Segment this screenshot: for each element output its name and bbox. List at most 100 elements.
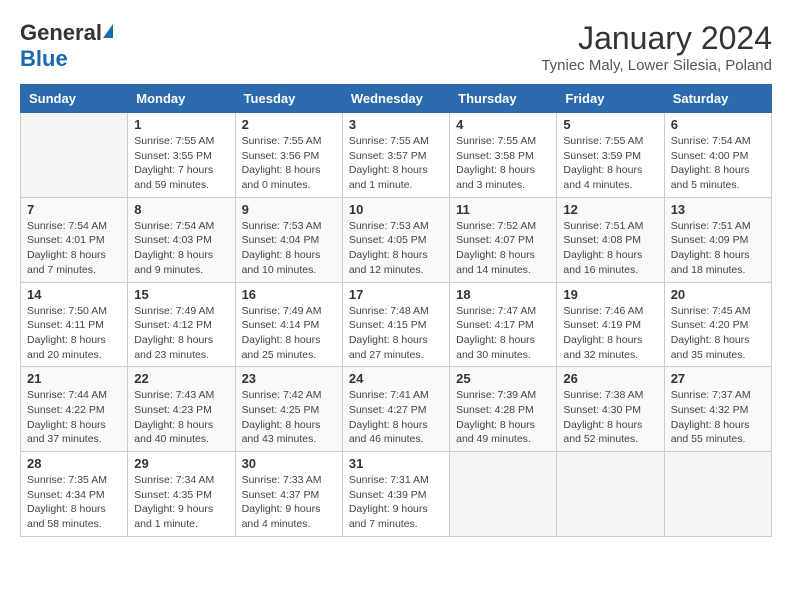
calendar-cell: 22 Sunrise: 7:43 AM Sunset: 4:23 PM Dayli…: [128, 367, 235, 452]
calendar-day-header: Tuesday: [235, 85, 342, 113]
calendar-cell: 15Sunrise: 7:49 AM Sunset: 4:12 PM Dayli…: [128, 282, 235, 367]
calendar-cell: 13 Sunrise: 7:51 AM Sunset: 4:09 PM Dayli…: [664, 197, 771, 282]
calendar-cell: 27 Sunrise: 7:37 AM Sunset: 4:32 PM Dayli…: [664, 367, 771, 452]
calendar-cell: [450, 452, 557, 537]
day-info: Sunrise: 7:35 AM Sunset: 4:34 PM Dayligh…: [27, 473, 121, 532]
calendar-cell: 18 Sunrise: 7:47 AM Sunset: 4:17 PM Dayli…: [450, 282, 557, 367]
day-number: 29: [134, 456, 228, 471]
day-number: 23: [242, 371, 336, 386]
day-info: Sunrise: 7:47 AM Sunset: 4:17 PM Dayligh…: [456, 304, 550, 363]
calendar-cell: 25 Sunrise: 7:39 AM Sunset: 4:28 PM Dayli…: [450, 367, 557, 452]
calendar-cell: [21, 113, 128, 198]
day-info: Sunrise: 7:50 AM Sunset: 4:11 PM Dayligh…: [27, 304, 121, 363]
day-number: 5: [563, 117, 657, 132]
day-info: Sunrise: 7:54 AM Sunset: 4:00 PM Dayligh…: [671, 134, 765, 193]
day-number: 21: [27, 371, 121, 386]
calendar-cell: 19Sunrise: 7:46 AM Sunset: 4:19 PM Dayli…: [557, 282, 664, 367]
calendar-cell: 30Sunrise: 7:33 AM Sunset: 4:37 PM Dayli…: [235, 452, 342, 537]
day-info: Sunrise: 7:44 AM Sunset: 4:22 PM Dayligh…: [27, 388, 121, 447]
calendar-cell: 23 Sunrise: 7:42 AM Sunset: 4:25 PM Dayli…: [235, 367, 342, 452]
calendar-day-header: Friday: [557, 85, 664, 113]
day-number: 22: [134, 371, 228, 386]
calendar-table: SundayMondayTuesdayWednesdayThursdayFrid…: [20, 84, 772, 537]
calendar-cell: 4 Sunrise: 7:55 AM Sunset: 3:58 PM Daylig…: [450, 113, 557, 198]
day-info: Sunrise: 7:55 AM Sunset: 3:55 PM Dayligh…: [134, 134, 228, 193]
day-info: Sunrise: 7:46 AM Sunset: 4:19 PM Dayligh…: [563, 304, 657, 363]
day-number: 28: [27, 456, 121, 471]
day-info: Sunrise: 7:52 AM Sunset: 4:07 PM Dayligh…: [456, 219, 550, 278]
calendar-cell: 24 Sunrise: 7:41 AM Sunset: 4:27 PM Dayli…: [342, 367, 449, 452]
calendar-cell: 3Sunrise: 7:55 AM Sunset: 3:57 PM Daylig…: [342, 113, 449, 198]
day-info: Sunrise: 7:55 AM Sunset: 3:59 PM Dayligh…: [563, 134, 657, 193]
day-info: Sunrise: 7:51 AM Sunset: 4:09 PM Dayligh…: [671, 219, 765, 278]
day-info: Sunrise: 7:49 AM Sunset: 4:12 PM Dayligh…: [134, 304, 228, 363]
day-info: Sunrise: 7:53 AM Sunset: 4:04 PM Dayligh…: [242, 219, 336, 278]
calendar-cell: 29 Sunrise: 7:34 AM Sunset: 4:35 PM Dayli…: [128, 452, 235, 537]
day-number: 10: [349, 202, 443, 217]
day-info: Sunrise: 7:49 AM Sunset: 4:14 PM Dayligh…: [242, 304, 336, 363]
calendar-week-row: 7 Sunrise: 7:54 AM Sunset: 4:01 PM Daylig…: [21, 197, 772, 282]
day-info: Sunrise: 7:42 AM Sunset: 4:25 PM Dayligh…: [242, 388, 336, 447]
logo-triangle-icon: [103, 24, 113, 38]
calendar-cell: 10 Sunrise: 7:53 AM Sunset: 4:05 PM Dayli…: [342, 197, 449, 282]
day-number: 14: [27, 287, 121, 302]
day-info: Sunrise: 7:39 AM Sunset: 4:28 PM Dayligh…: [456, 388, 550, 447]
day-number: 6: [671, 117, 765, 132]
day-info: Sunrise: 7:54 AM Sunset: 4:01 PM Dayligh…: [27, 219, 121, 278]
calendar-cell: 14 Sunrise: 7:50 AM Sunset: 4:11 PM Dayli…: [21, 282, 128, 367]
day-info: Sunrise: 7:45 AM Sunset: 4:20 PM Dayligh…: [671, 304, 765, 363]
calendar-cell: 31Sunrise: 7:31 AM Sunset: 4:39 PM Dayli…: [342, 452, 449, 537]
day-info: Sunrise: 7:51 AM Sunset: 4:08 PM Dayligh…: [563, 219, 657, 278]
calendar-header-row: SundayMondayTuesdayWednesdayThursdayFrid…: [21, 85, 772, 113]
page-header: General Blue January 2024 Tyniec Maly, L…: [20, 20, 772, 74]
calendar-cell: 26Sunrise: 7:38 AM Sunset: 4:30 PM Dayli…: [557, 367, 664, 452]
calendar-cell: 11 Sunrise: 7:52 AM Sunset: 4:07 PM Dayli…: [450, 197, 557, 282]
day-number: 16: [242, 287, 336, 302]
day-info: Sunrise: 7:55 AM Sunset: 3:56 PM Dayligh…: [242, 134, 336, 193]
day-number: 11: [456, 202, 550, 217]
calendar-day-header: Monday: [128, 85, 235, 113]
day-number: 27: [671, 371, 765, 386]
day-info: Sunrise: 7:43 AM Sunset: 4:23 PM Dayligh…: [134, 388, 228, 447]
day-info: Sunrise: 7:53 AM Sunset: 4:05 PM Dayligh…: [349, 219, 443, 278]
calendar-cell: 9 Sunrise: 7:53 AM Sunset: 4:04 PM Daylig…: [235, 197, 342, 282]
day-info: Sunrise: 7:33 AM Sunset: 4:37 PM Dayligh…: [242, 473, 336, 532]
day-number: 18: [456, 287, 550, 302]
calendar-week-row: 21 Sunrise: 7:44 AM Sunset: 4:22 PM Dayli…: [21, 367, 772, 452]
day-number: 1: [134, 117, 228, 132]
logo-blue-text: Blue: [20, 46, 68, 71]
day-number: 25: [456, 371, 550, 386]
calendar-cell: 12Sunrise: 7:51 AM Sunset: 4:08 PM Dayli…: [557, 197, 664, 282]
calendar-week-row: 14 Sunrise: 7:50 AM Sunset: 4:11 PM Dayli…: [21, 282, 772, 367]
day-number: 9: [242, 202, 336, 217]
calendar-day-header: Thursday: [450, 85, 557, 113]
calendar-week-row: 28 Sunrise: 7:35 AM Sunset: 4:34 PM Dayli…: [21, 452, 772, 537]
day-number: 20: [671, 287, 765, 302]
calendar-cell: 17Sunrise: 7:48 AM Sunset: 4:15 PM Dayli…: [342, 282, 449, 367]
calendar-cell: [557, 452, 664, 537]
day-info: Sunrise: 7:55 AM Sunset: 3:58 PM Dayligh…: [456, 134, 550, 193]
title-block: January 2024 Tyniec Maly, Lower Silesia,…: [541, 20, 772, 74]
day-info: Sunrise: 7:37 AM Sunset: 4:32 PM Dayligh…: [671, 388, 765, 447]
calendar-cell: 1 Sunrise: 7:55 AM Sunset: 3:55 PM Daylig…: [128, 113, 235, 198]
day-number: 8: [134, 202, 228, 217]
day-number: 26: [563, 371, 657, 386]
day-number: 4: [456, 117, 550, 132]
day-info: Sunrise: 7:55 AM Sunset: 3:57 PM Dayligh…: [349, 134, 443, 193]
day-number: 31: [349, 456, 443, 471]
calendar-cell: 28 Sunrise: 7:35 AM Sunset: 4:34 PM Dayli…: [21, 452, 128, 537]
day-number: 13: [671, 202, 765, 217]
calendar-cell: [664, 452, 771, 537]
calendar-day-header: Wednesday: [342, 85, 449, 113]
calendar-cell: 8 Sunrise: 7:54 AM Sunset: 4:03 PM Daylig…: [128, 197, 235, 282]
day-number: 2: [242, 117, 336, 132]
logo: General Blue: [20, 20, 113, 72]
day-info: Sunrise: 7:54 AM Sunset: 4:03 PM Dayligh…: [134, 219, 228, 278]
day-info: Sunrise: 7:41 AM Sunset: 4:27 PM Dayligh…: [349, 388, 443, 447]
calendar-cell: 16 Sunrise: 7:49 AM Sunset: 4:14 PM Dayli…: [235, 282, 342, 367]
calendar-cell: 6 Sunrise: 7:54 AM Sunset: 4:00 PM Daylig…: [664, 113, 771, 198]
day-number: 7: [27, 202, 121, 217]
day-number: 24: [349, 371, 443, 386]
calendar-cell: 5 Sunrise: 7:55 AM Sunset: 3:59 PM Daylig…: [557, 113, 664, 198]
day-info: Sunrise: 7:34 AM Sunset: 4:35 PM Dayligh…: [134, 473, 228, 532]
